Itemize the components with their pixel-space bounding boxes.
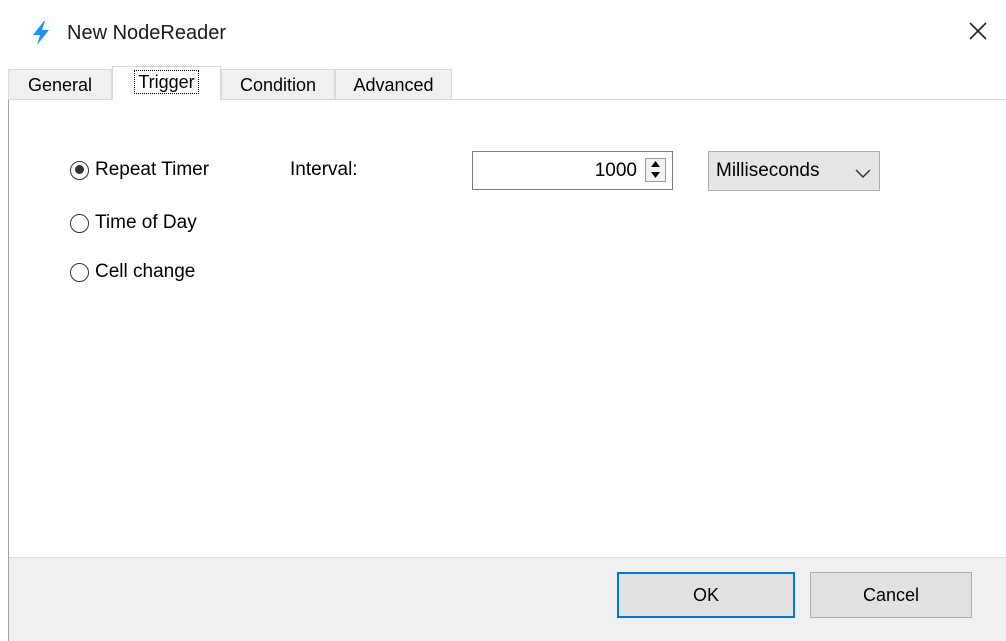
tab-general[interactable]: General [8, 69, 112, 99]
unit-dropdown-value: Milliseconds [716, 160, 820, 181]
title-bar: New NodeReader [0, 0, 1006, 64]
tab-condition[interactable]: Condition [221, 69, 335, 99]
spin-buttons [645, 158, 666, 182]
close-button[interactable] [958, 14, 998, 50]
tab-trigger[interactable]: Trigger [112, 66, 221, 100]
interval-label: Interval: [290, 159, 358, 180]
caret-down-icon [646, 172, 665, 178]
radio-repeat-timer-label: Repeat Timer [95, 159, 210, 180]
radio-button[interactable] [70, 262, 89, 282]
radio-button-checked[interactable] [70, 160, 89, 180]
radio-repeat-timer[interactable]: Repeat Timer [70, 156, 209, 184]
radio-cell-change[interactable]: Cell change [70, 258, 195, 286]
tab-condition-label: Condition [239, 75, 317, 95]
radio-time-of-day-label: Time of Day [95, 212, 197, 233]
chevron-down-icon [855, 166, 871, 179]
interval-stepper[interactable] [472, 151, 673, 190]
radio-button[interactable] [70, 213, 89, 233]
cancel-button[interactable]: Cancel [810, 572, 972, 618]
close-icon [958, 20, 998, 42]
dialog-window: New NodeReader General Trigger Condition… [0, 0, 1006, 641]
radio-cell-change-label: Cell change [95, 261, 196, 282]
window-title: New NodeReader [67, 22, 226, 44]
lightning-bolt-icon [30, 20, 52, 46]
ok-button[interactable]: OK [617, 572, 795, 618]
interval-input[interactable] [477, 152, 637, 189]
tab-general-label: General [27, 75, 93, 95]
spin-up-button[interactable] [646, 159, 665, 170]
tab-advanced[interactable]: Advanced [335, 69, 452, 99]
tab-advanced-label: Advanced [353, 75, 434, 95]
unit-dropdown[interactable]: Milliseconds [708, 151, 880, 191]
tab-trigger-label: Trigger [134, 70, 199, 94]
caret-up-icon [646, 161, 665, 167]
radio-time-of-day[interactable]: Time of Day [70, 209, 197, 237]
tab-strip: General Trigger Condition Advanced [8, 66, 1006, 100]
spin-down-button[interactable] [646, 170, 665, 181]
